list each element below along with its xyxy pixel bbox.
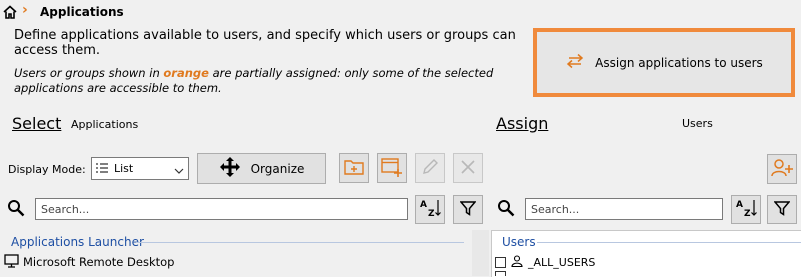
filter-icon (459, 200, 477, 219)
new-folder-icon (344, 158, 364, 179)
new-folder-button[interactable] (339, 153, 369, 183)
applications-search-input[interactable] (35, 198, 408, 220)
select-subtitle: Applications (71, 118, 139, 131)
filter-icon (773, 200, 791, 219)
breadcrumb-title: Applications (40, 5, 124, 19)
users-group-header: Users (502, 235, 536, 249)
list-item[interactable]: _ALL_USERS (495, 254, 595, 270)
applications-group-header: Applications Launcher (11, 235, 144, 249)
search-icon (7, 199, 25, 220)
assign-applications-label: Assign applications to users (595, 55, 763, 70)
sort-az-icon: AZ (419, 198, 441, 221)
filter-button[interactable] (453, 195, 483, 224)
note-highlight: orange (163, 66, 209, 80)
users-group-divider (537, 242, 801, 243)
edit-button[interactable] (415, 153, 445, 183)
list-item[interactable]: Microsoft Remote Desktop (4, 253, 175, 271)
partial-assignment-note: Users or groups shown in orange are part… (14, 66, 524, 96)
display-mode-value: List (114, 162, 134, 175)
edit-pencil-icon (421, 158, 439, 179)
user-checkbox[interactable] (495, 256, 506, 268)
users-sort-az-button[interactable]: AZ (731, 195, 761, 224)
list-item-label: _ALL_USERS (528, 255, 596, 269)
note-prefix: Users or groups shown in (14, 66, 164, 80)
chevron-down-icon (174, 164, 184, 178)
list-icon (96, 162, 110, 176)
breadcrumb: › Applications (0, 0, 801, 22)
assign-title: Assign (496, 114, 549, 133)
list-item-label: Microsoft Remote Desktop (23, 255, 175, 269)
delete-x-icon (460, 159, 476, 178)
svg-text:A: A (420, 200, 427, 210)
user-checkbox[interactable] (495, 271, 506, 276)
add-user-icon (771, 158, 793, 181)
svg-text:Z: Z (744, 209, 751, 218)
sort-az-icon: AZ (735, 198, 757, 221)
select-title: Select (12, 114, 62, 133)
user-icon (511, 254, 523, 270)
list-item-partial (495, 271, 506, 276)
assign-arrows-icon (565, 53, 585, 72)
organize-button[interactable]: Organize (197, 153, 326, 184)
breadcrumb-separator: › (22, 2, 28, 18)
applications-group-divider (136, 242, 464, 243)
home-icon[interactable] (2, 4, 18, 20)
users-filter-button[interactable] (767, 195, 797, 224)
svg-text:Z: Z (428, 209, 435, 218)
assign-applications-button[interactable]: Assign applications to users (533, 28, 795, 97)
delete-button[interactable] (453, 153, 483, 183)
add-user-button[interactable] (767, 154, 797, 184)
page-description: Define applications available to users, … (14, 28, 516, 58)
organize-label: Organize (250, 161, 305, 176)
search-icon (497, 199, 515, 220)
users-search-input[interactable] (525, 198, 723, 220)
display-mode-select[interactable]: List (91, 157, 189, 180)
sort-az-button[interactable]: AZ (415, 195, 445, 224)
assign-subtitle: Users (682, 117, 713, 130)
svg-text:A: A (736, 200, 743, 210)
applications-scrollbar[interactable] (472, 230, 489, 276)
display-mode-label: Display Mode: (8, 163, 86, 176)
new-app-icon (381, 157, 403, 180)
monitor-icon (4, 253, 19, 271)
organize-move-icon (219, 156, 241, 181)
new-application-button[interactable] (377, 153, 407, 183)
